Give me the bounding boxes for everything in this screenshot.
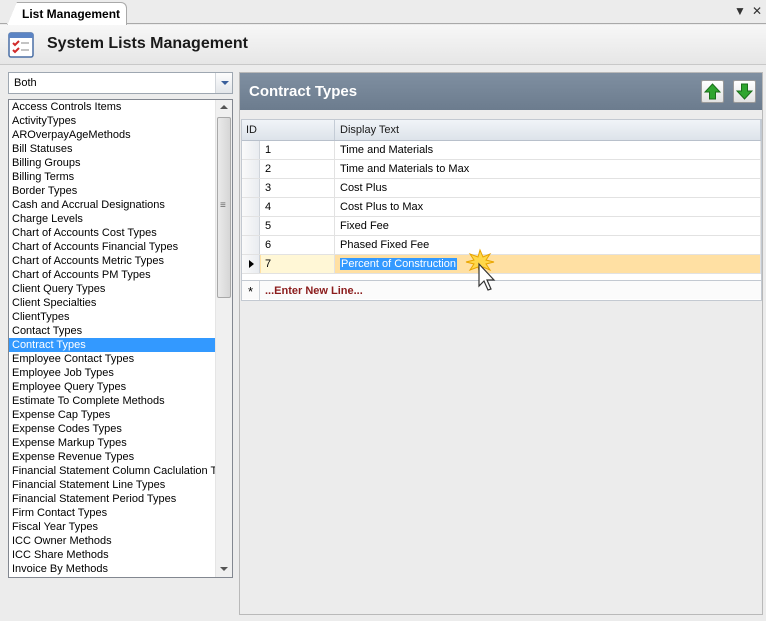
checklist-icon	[8, 32, 34, 58]
tab-menu-dropdown-icon[interactable]: ▼	[734, 4, 746, 18]
cell-display-text[interactable]: Time and Materials	[336, 141, 761, 159]
list-item[interactable]: Financial Statement Period Types	[9, 492, 215, 506]
list-item[interactable]: Invoice By Methods	[9, 562, 215, 576]
close-icon[interactable]: ✕	[752, 4, 762, 18]
panel-title: Contract Types	[249, 83, 358, 100]
list-items: Access Controls Items ActivityTypes AROver…	[9, 100, 215, 576]
list-item[interactable]: Charge Levels	[9, 212, 215, 226]
list-item[interactable]: Expense Cap Types	[9, 408, 215, 422]
move-up-button[interactable]	[701, 80, 724, 103]
table-row[interactable]: 5 Fixed Fee	[242, 217, 761, 236]
cell-id[interactable]: 5	[261, 217, 335, 235]
column-header-display-text[interactable]: Display Text	[336, 120, 761, 140]
list-item[interactable]: Firm Contact Types	[9, 506, 215, 520]
list-item[interactable]: Chart of Accounts Financial Types	[9, 240, 215, 254]
cell-id[interactable]: 4	[261, 198, 335, 216]
cell-id[interactable]: 1	[261, 141, 335, 159]
list-item[interactable]: Employee Contact Types	[9, 352, 215, 366]
list-item[interactable]: Cash and Accrual Designations	[9, 198, 215, 212]
panel-header: Contract Types	[240, 73, 762, 110]
grid-header: ID Display Text	[242, 120, 761, 141]
list-item[interactable]: Border Types	[9, 184, 215, 198]
table-row[interactable]: 1 Time and Materials	[242, 141, 761, 160]
list-item[interactable]: ICC Owner Methods	[9, 534, 215, 548]
row-selector[interactable]	[242, 141, 260, 159]
mouse-pointer-icon	[465, 248, 496, 291]
cell-id[interactable]: 2	[261, 160, 335, 178]
list-item[interactable]: ICC Share Methods	[9, 548, 215, 562]
chevron-down-icon[interactable]	[215, 73, 232, 93]
list-item[interactable]: Financial Statement Column Caclulation T…	[9, 464, 215, 478]
list-item[interactable]: Chart of Accounts Cost Types	[9, 226, 215, 240]
filter-selected-value: Both	[14, 77, 37, 89]
row-selector[interactable]	[242, 236, 260, 254]
system-lists-listbox[interactable]: Access Controls Items ActivityTypes AROver…	[8, 99, 233, 578]
cell-display-text[interactable]: Fixed Fee	[336, 217, 761, 235]
page-header: System Lists Management	[0, 25, 766, 65]
list-item[interactable]: Expense Codes Types	[9, 422, 215, 436]
table-row[interactable]: 3 Cost Plus	[242, 179, 761, 198]
list-item[interactable]: Chart of Accounts Metric Types	[9, 254, 215, 268]
list-item[interactable]: Client Specialties	[9, 296, 215, 310]
row-selector[interactable]	[242, 160, 260, 178]
table-row[interactable]: 2 Time and Materials to Max	[242, 160, 761, 179]
cell-display-text[interactable]: Phased Fixed Fee	[336, 236, 761, 254]
enter-new-line-label: ...Enter New Line...	[265, 285, 363, 297]
green-arrow-up-icon	[704, 83, 721, 100]
cell-display-text[interactable]: Time and Materials to Max	[336, 160, 761, 178]
selected-cell-text[interactable]: Percent of Construction	[340, 258, 457, 270]
list-item[interactable]: ActivityTypes	[9, 114, 215, 128]
tab-strip: List Management ▼ ✕	[0, 0, 766, 26]
list-item[interactable]: Contact Types	[9, 324, 215, 338]
scrollbar-thumb[interactable]	[217, 117, 231, 298]
row-selector[interactable]	[242, 255, 260, 273]
list-item[interactable]: Expense Markup Types	[9, 436, 215, 450]
cell-display-text[interactable]: Cost Plus	[336, 179, 761, 197]
list-item[interactable]: Employee Job Types	[9, 366, 215, 380]
list-item[interactable]: ClientTypes	[9, 310, 215, 324]
list-item[interactable]: Chart of Accounts PM Types	[9, 268, 215, 282]
row-selector[interactable]	[242, 217, 260, 235]
list-item[interactable]: Contract Types	[9, 338, 215, 352]
list-editor-panel: Contract Types ID Display Text 1 Time and…	[239, 72, 763, 615]
list-item[interactable]: Fiscal Year Types	[9, 520, 215, 534]
scroll-up-arrow-icon[interactable]	[216, 100, 232, 116]
cell-id[interactable]: 6	[261, 236, 335, 254]
page-title: System Lists Management	[47, 35, 248, 52]
list-item[interactable]: Bill Statuses	[9, 142, 215, 156]
list-item[interactable]: Billing Terms	[9, 170, 215, 184]
table-row[interactable]: 4 Cost Plus to Max	[242, 198, 761, 217]
scroll-down-arrow-icon[interactable]	[216, 561, 232, 577]
cell-display-text[interactable]: Percent of Construction	[336, 255, 761, 273]
cell-id[interactable]: 3	[261, 179, 335, 197]
column-header-id[interactable]: ID	[242, 120, 335, 140]
list-item[interactable]: Employee Query Types	[9, 380, 215, 394]
green-arrow-down-icon	[736, 83, 753, 100]
vertical-scrollbar[interactable]	[215, 100, 232, 577]
cell-display-text[interactable]: Cost Plus to Max	[336, 198, 761, 216]
cell-id[interactable]: 7	[261, 255, 335, 273]
list-item[interactable]: Access Controls Items	[9, 100, 215, 114]
row-selector[interactable]	[242, 179, 260, 197]
list-item[interactable]: Estimate To Complete Methods	[9, 394, 215, 408]
list-item[interactable]: Financial Statement Line Types	[9, 478, 215, 492]
row-selector[interactable]	[242, 198, 260, 216]
tab-label: List Management	[22, 7, 121, 21]
list-item[interactable]: Billing Groups	[9, 156, 215, 170]
list-item[interactable]: Client Query Types	[9, 282, 215, 296]
move-down-button[interactable]	[733, 80, 756, 103]
tab-list-management[interactable]: List Management	[7, 2, 127, 26]
list-filter-dropdown[interactable]: Both	[8, 72, 233, 94]
new-row-asterisk-icon: *	[242, 281, 260, 300]
list-item[interactable]: Expense Revenue Types	[9, 450, 215, 464]
list-item[interactable]: AROverpayAgeMethods	[9, 128, 215, 142]
